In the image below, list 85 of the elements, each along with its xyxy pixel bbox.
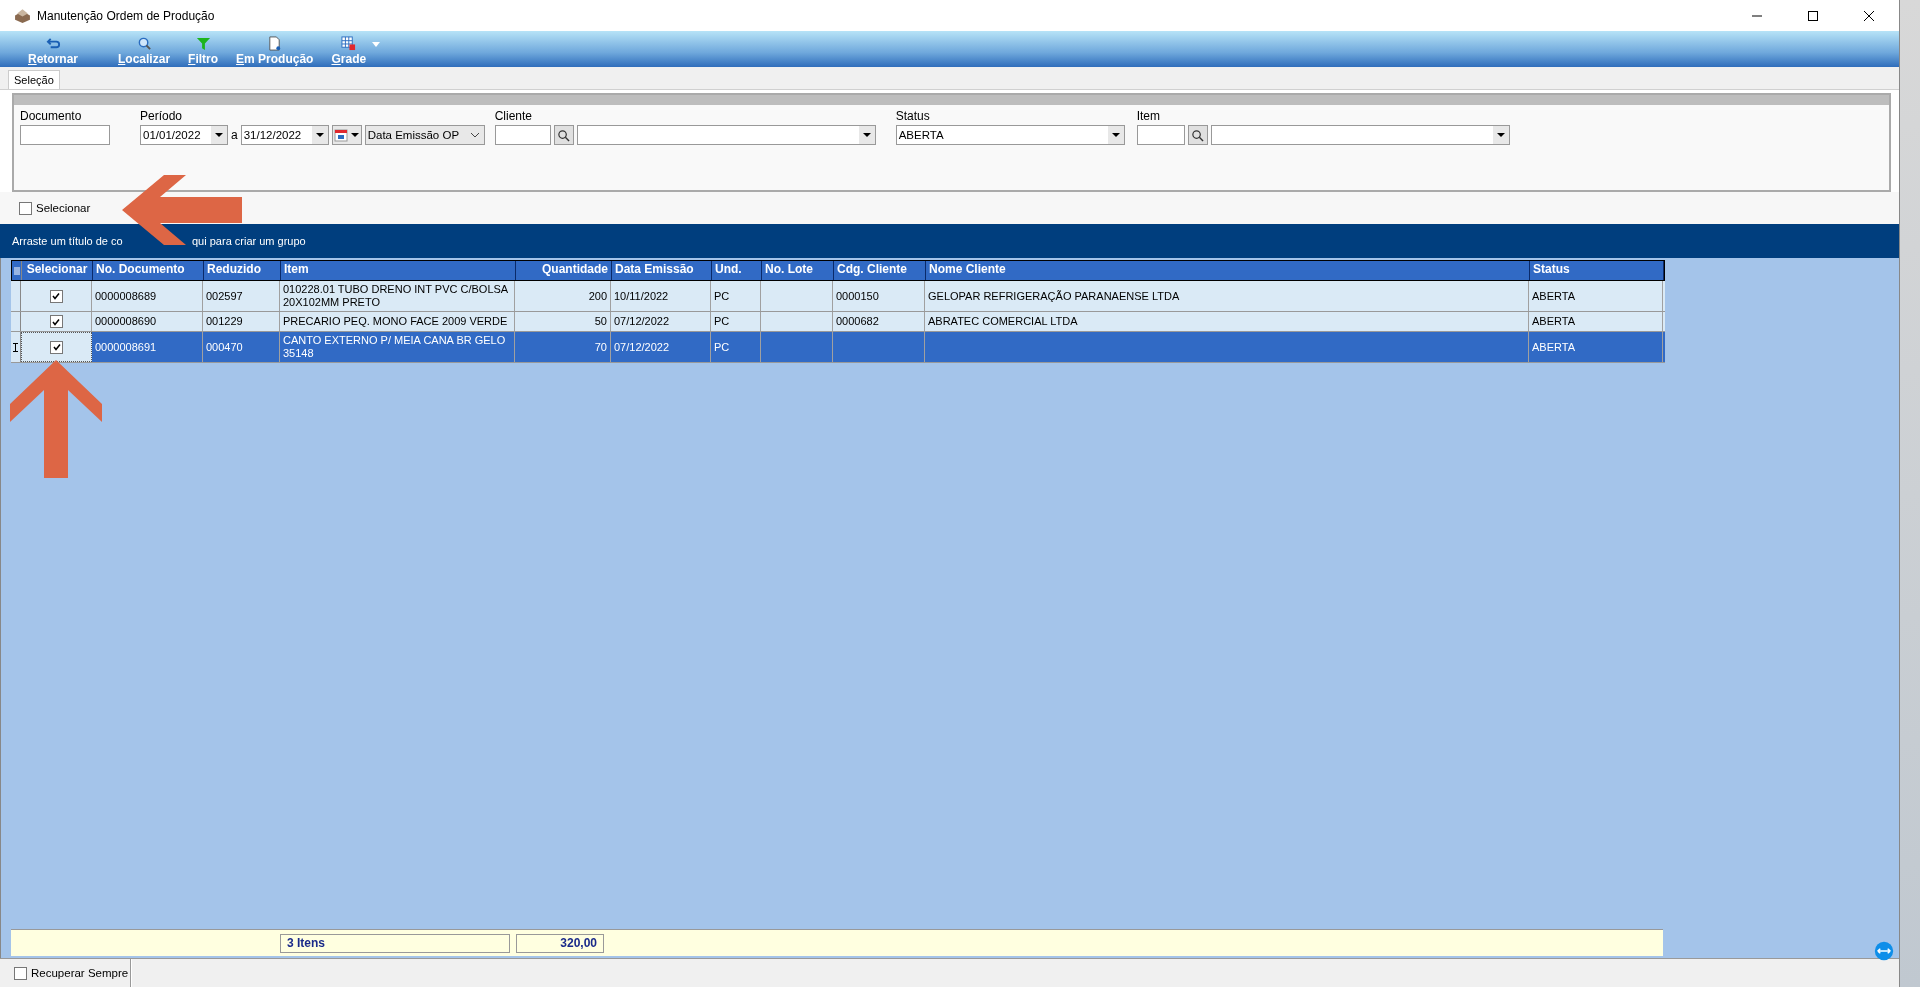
- checkbox[interactable]: [14, 966, 27, 980]
- column-header[interactable]: Cdg. Cliente: [834, 261, 926, 280]
- column-header[interactable]: No. Lote: [762, 261, 834, 280]
- checkbox[interactable]: [49, 289, 63, 303]
- item-count: 3 Itens: [280, 933, 510, 953]
- table-cell: PC: [714, 289, 730, 303]
- return-arrow-icon: [45, 36, 61, 51]
- column-header[interactable]: Und.: [712, 261, 762, 280]
- table-cell: 001229: [206, 315, 243, 328]
- toolbar-button[interactable]: Localizar: [116, 34, 173, 67]
- text-cursor-icon: [13, 342, 18, 352]
- table-cell: 0000008689: [95, 289, 157, 303]
- checkbox[interactable]: [49, 315, 63, 328]
- table-cell: 200: [588, 289, 607, 303]
- row-indicator[interactable]: [11, 332, 21, 362]
- column-header[interactable]: No. Documento: [93, 261, 204, 280]
- date-picker[interactable]: 31/12/2022: [240, 125, 329, 145]
- maximize-icon[interactable]: [1807, 9, 1819, 22]
- table-cell-text: CANTO EXTERNO P/ MEIA CANA BR GELO 35148: [283, 334, 507, 360]
- table-cell: PC: [714, 340, 730, 354]
- column-header[interactable]: Status: [1530, 261, 1664, 280]
- table-cell: 0000008690: [95, 315, 157, 328]
- table-cell: GELOPAR REFRIGERAÇÃO PARANAENSE LTDA: [928, 289, 1180, 303]
- toolbar-button[interactable]: Em Produção: [234, 34, 316, 67]
- table-cell: ABERTA: [1532, 340, 1575, 354]
- table-cell: 002597: [206, 289, 243, 303]
- field-label: Status: [895, 109, 931, 123]
- table-cell: PRECARIO PEQ. MONO FACE 2009 VERDE: [283, 315, 508, 328]
- field-label: Cliente: [494, 109, 534, 123]
- quantity-total: 320,00: [516, 933, 604, 953]
- toolbar-button[interactable]: Retornar: [26, 34, 80, 67]
- group-hint: Arraste um título de co: [12, 235, 123, 247]
- search-button[interactable]: [553, 125, 574, 145]
- table-cell: ABRATEC COMERCIAL LTDA: [928, 315, 1078, 328]
- checkbox[interactable]: [19, 201, 32, 215]
- field-label: Item: [1136, 109, 1162, 123]
- calendar-button[interactable]: [331, 125, 362, 145]
- table-cell: ABERTA: [1532, 315, 1575, 328]
- table-cell-text: 010228.01 TUBO DRENO INT PVC C/BOLSA 20X102MM PRETO: [283, 283, 509, 309]
- column-header[interactable]: Item: [281, 261, 516, 280]
- table-cell: 50: [594, 315, 607, 328]
- search-icon: [136, 36, 152, 51]
- grid-icon: [341, 36, 357, 51]
- calendar-icon: [333, 128, 348, 142]
- checkbox[interactable]: [50, 340, 63, 354]
- column-header[interactable]: Data Emissão: [612, 261, 712, 280]
- client-code-field[interactable]: [494, 125, 551, 145]
- column-header[interactable]: Quantidade: [516, 261, 612, 280]
- app-icon: [14, 7, 31, 24]
- toolbar-button[interactable]: Grade: [329, 34, 381, 67]
- remote-support-icon[interactable]: [1873, 940, 1895, 962]
- column-header[interactable]: Nome Cliente: [926, 261, 1530, 280]
- field-label: Documento: [20, 109, 83, 123]
- checkbox-label: Selecionar: [36, 202, 91, 214]
- window-title: Manutenção Ordem de Produção: [37, 8, 215, 23]
- table-cell: 10/11/2022: [614, 289, 669, 303]
- tab[interactable]: Seleção: [8, 70, 60, 89]
- search-button[interactable]: [1187, 125, 1208, 145]
- date-picker[interactable]: 01/01/2022: [140, 125, 228, 145]
- date-type-dropdown[interactable]: Data Emissão OP: [364, 125, 485, 145]
- table-cell: 0000682: [836, 315, 879, 328]
- close-icon[interactable]: [1863, 9, 1875, 22]
- table-cell: 07/12/2022: [614, 315, 670, 328]
- item-code-field[interactable]: [1136, 125, 1185, 145]
- table-cell: ABERTA: [1532, 289, 1575, 303]
- table-cell: PC: [714, 315, 730, 328]
- table-cell: 0000008691: [95, 340, 157, 354]
- filter-icon: [195, 36, 211, 51]
- column-header[interactable]: Reduzido: [204, 261, 281, 280]
- range-separator: a: [231, 128, 238, 142]
- table-cell: 70: [594, 340, 607, 354]
- column-chooser-icon[interactable]: [12, 261, 22, 280]
- toolbar-button[interactable]: Filtro: [186, 34, 221, 67]
- table-cell: 000470: [206, 340, 243, 354]
- table-cell: 0000150: [836, 289, 879, 303]
- field-label: Período: [140, 109, 184, 123]
- group-hint: qui para criar um grupo: [192, 235, 306, 247]
- document-field[interactable]: [20, 125, 110, 145]
- document-icon: [267, 36, 283, 51]
- table-cell: 07/12/2022: [614, 340, 670, 354]
- column-header[interactable]: Selecionar: [22, 261, 93, 280]
- status-dropdown[interactable]: ABERTA: [895, 125, 1125, 145]
- checkbox-label: Recuperar Sempre: [31, 967, 129, 979]
- dropdown-arrow-icon: [350, 133, 359, 137]
- chevron-down-icon: [469, 132, 480, 138]
